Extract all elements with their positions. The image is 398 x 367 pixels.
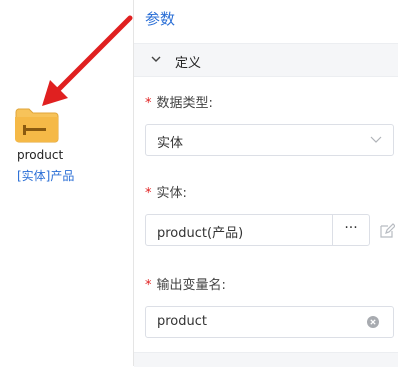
properties-panel: 参数 定义 * 数据类型: 实体 * 实体: product(产品) ··· * 输出… — [134, 0, 398, 367]
section-label: 定义 — [175, 56, 202, 71]
panel-footer — [134, 352, 398, 367]
chevron-down-icon — [151, 56, 161, 62]
field-label-entity: * 实体: — [145, 182, 187, 201]
output-var-input[interactable]: product — [145, 306, 394, 338]
panel-title: 参数 — [145, 10, 176, 28]
section-header-definition[interactable]: 定义 — [134, 43, 398, 77]
node-title: product — [17, 148, 64, 162]
field-label-data-type: * 数据类型: — [145, 92, 213, 111]
entity-label: 实体: — [156, 186, 187, 201]
chevron-down-icon — [370, 136, 382, 143]
data-type-label: 数据类型: — [156, 96, 213, 111]
output-var-value: product — [157, 314, 208, 329]
output-var-label: 输出变量名: — [156, 278, 226, 293]
data-type-select[interactable]: 实体 — [145, 124, 394, 156]
node-subtitle: [实体]产品 — [17, 169, 75, 183]
field-label-output-var: * 输出变量名: — [145, 274, 226, 293]
required-mark: * — [145, 278, 152, 293]
annotation-arrow — [42, 15, 133, 106]
required-mark: * — [145, 186, 152, 201]
required-mark: * — [145, 96, 152, 111]
entity-browse-button[interactable]: ··· — [332, 215, 369, 245]
clear-icon[interactable] — [367, 316, 379, 328]
entity-value: product(产品) — [157, 226, 244, 241]
edit-icon[interactable] — [379, 223, 395, 239]
flow-canvas: product [实体]产品 — [0, 0, 134, 366]
data-type-value: 实体 — [157, 136, 184, 151]
entity-field[interactable]: product(产品) ··· — [145, 214, 370, 246]
